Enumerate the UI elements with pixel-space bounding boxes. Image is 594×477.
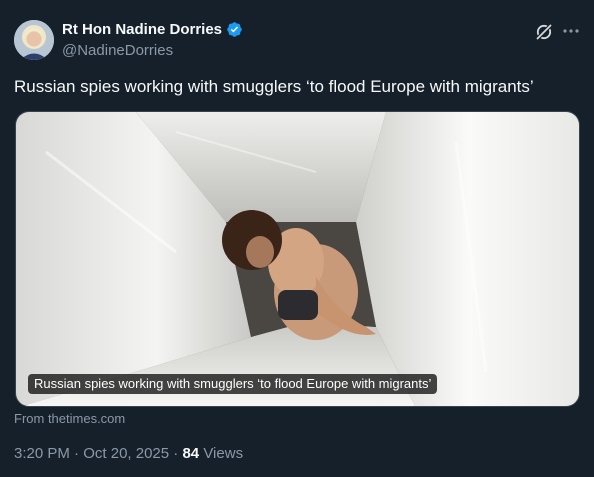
- grok-slash-icon[interactable]: [534, 22, 554, 42]
- avatar[interactable]: [14, 20, 54, 60]
- tweet-meta: 3:20 PM · Oct 20, 2025 · 84 Views: [14, 445, 243, 462]
- card-caption: Russian spies working with smugglers ‘to…: [28, 374, 438, 394]
- views-label: Views: [203, 445, 244, 462]
- author-name-row: Rt Hon Nadine Dorries: [62, 21, 243, 38]
- author-handle[interactable]: @NadineDorries: [62, 42, 173, 59]
- tweet-text: Russian spies working with smugglers ‘to…: [14, 77, 534, 96]
- meta-separator: ·: [173, 445, 179, 462]
- tweet: Rt Hon Nadine Dorries @NadineDorries Rus…: [0, 0, 594, 477]
- meta-separator: ·: [74, 445, 80, 462]
- more-horizontal-icon[interactable]: [560, 20, 582, 42]
- card-image: [16, 112, 579, 406]
- verified-badge-icon: [226, 21, 243, 38]
- tweet-time[interactable]: 3:20 PM: [14, 445, 70, 462]
- tweet-date[interactable]: Oct 20, 2025: [83, 445, 169, 462]
- card-source-link[interactable]: From thetimes.com: [14, 411, 125, 426]
- views-count: 84: [182, 445, 200, 462]
- author-display-name[interactable]: Rt Hon Nadine Dorries: [62, 21, 222, 38]
- link-card[interactable]: Russian spies working with smugglers ‘to…: [15, 111, 580, 407]
